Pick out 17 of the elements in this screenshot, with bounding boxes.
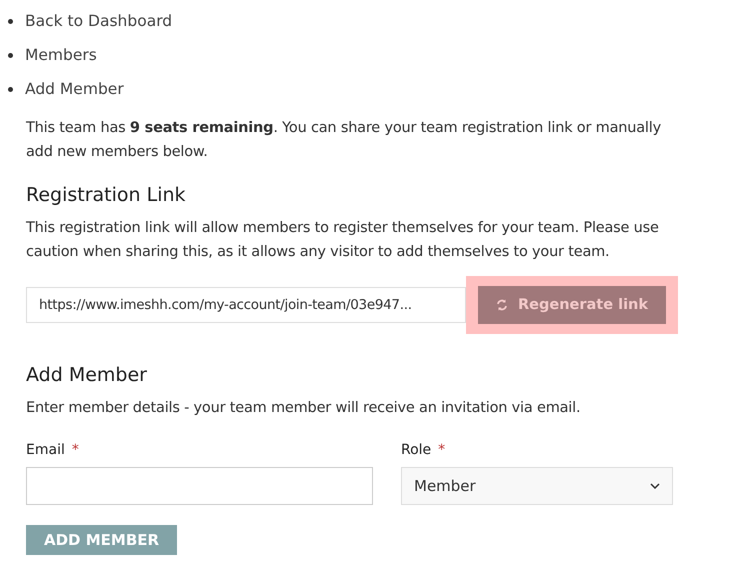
breadcrumb-link[interactable]: Add Member (25, 80, 124, 98)
refresh-icon (496, 299, 508, 311)
required-mark: * (438, 442, 446, 458)
intro-text: This team has 9 seats remaining. You can share your team registration link or manually add new members below. (26, 119, 662, 162)
role-dropdown[interactable]: Member (401, 467, 673, 505)
description-text: Enter member details - your team member will receive an invitation via email. (26, 399, 582, 418)
description-text: This registration link will allow members to register themselves for your team. Please use caution when sharing this, as it allows any visitor to add themselves to your team. (26, 219, 660, 262)
link-field[interactable]: https://www.imeshh.com/my-account/join-team/03e947... (26, 287, 466, 323)
breadcrumb-link[interactable]: Back to Dashboard (25, 12, 172, 30)
breadcrumb-link[interactable]: Members (25, 46, 97, 64)
section-heading: Add Member (26, 364, 148, 386)
required-mark: * (72, 442, 79, 458)
chevron-icon (650, 483, 660, 489)
section-heading: Registration Link (26, 184, 187, 206)
field-label: Role (401, 442, 432, 458)
email-field[interactable] (26, 467, 373, 505)
field-label: Email (26, 442, 65, 458)
